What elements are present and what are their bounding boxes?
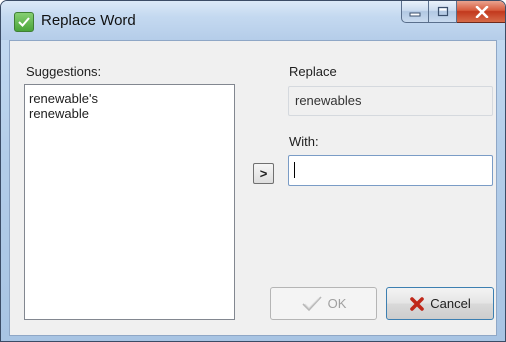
chevron-right-icon: > [259, 166, 268, 181]
close-icon [475, 5, 488, 18]
caption-buttons [401, 1, 505, 23]
close-button[interactable] [457, 1, 505, 23]
cancel-button[interactable]: Cancel [386, 287, 494, 320]
use-suggestion-button[interactable]: > [253, 163, 274, 184]
minimize-icon [409, 12, 421, 16]
replace-word-field: renewables [288, 86, 493, 116]
ok-button-label: OK [327, 296, 347, 311]
cancel-button-label: Cancel [430, 296, 471, 311]
text-caret [294, 162, 295, 178]
with-label: With: [289, 134, 319, 149]
minimize-button[interactable] [401, 1, 429, 23]
suggestions-list[interactable]: renewable's renewable [24, 84, 235, 320]
replace-label: Replace [289, 64, 337, 79]
suggestions-label: Suggestions: [26, 64, 102, 79]
checkmark-icon [302, 295, 322, 311]
list-item[interactable]: renewable's [29, 91, 230, 106]
title-bar[interactable]: Replace Word [1, 1, 505, 40]
maximize-icon [437, 6, 448, 17]
spellcheck-app-icon [14, 12, 34, 32]
window-title: Replace Word [41, 12, 136, 29]
list-item[interactable]: renewable [29, 106, 230, 121]
with-input[interactable] [288, 155, 493, 186]
maximize-button[interactable] [429, 1, 457, 23]
ok-button[interactable]: OK [270, 287, 377, 320]
cancel-x-icon [410, 296, 425, 311]
